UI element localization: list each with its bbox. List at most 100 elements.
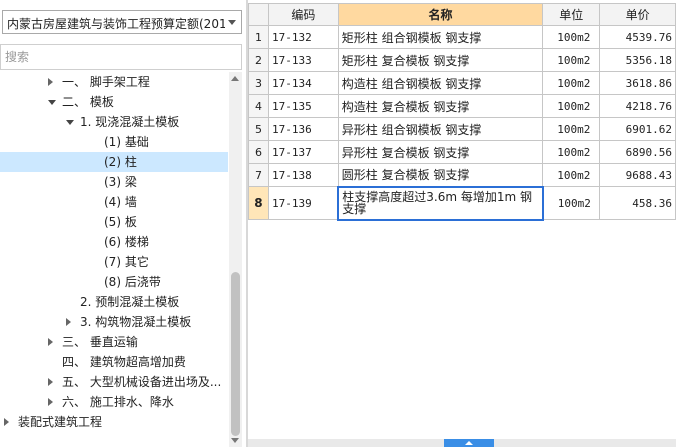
code-cell[interactable]: 17-133 [267, 48, 339, 72]
unit-cell[interactable]: 100m2 [542, 117, 601, 141]
tree-node-label: (5) 板 [104, 215, 137, 229]
tree-node[interactable]: (8) 后浇带 [0, 272, 228, 292]
tree-node[interactable]: 2. 预制混凝土模板 [0, 292, 228, 312]
tree-node[interactable]: 3. 构筑物混凝土模板 [0, 312, 228, 332]
price-cell[interactable]: 4539.76 [599, 25, 676, 49]
tree-node[interactable]: 六、 施工排水、降水 [0, 392, 228, 412]
tree-node-label: (8) 后浇带 [104, 275, 161, 289]
row-number-cell[interactable]: 6 [248, 140, 269, 164]
row-number-cell[interactable]: 5 [248, 117, 269, 141]
tree-node-label: (3) 梁 [104, 175, 137, 189]
price-cell[interactable]: 458.36 [599, 186, 676, 220]
unit-cell[interactable]: 100m2 [542, 25, 601, 49]
collapse-arrow-icon[interactable] [66, 120, 74, 125]
tree-node[interactable]: 二、 模板 [0, 92, 228, 112]
table-row[interactable]: 3 17-134 构造柱 组合钢模板 钢支撑 100m2 3618.86 [248, 71, 676, 95]
unit-cell[interactable]: 100m2 [542, 186, 601, 220]
price-cell[interactable]: 6901.62 [599, 117, 676, 141]
scroll-down-icon[interactable] [231, 438, 239, 443]
code-cell[interactable]: 17-135 [267, 94, 339, 118]
table-row[interactable]: 8 17-139 柱支撑高度超过3.6m 每增加1m 钢支撑 100m2 458.36 [248, 185, 676, 221]
name-cell[interactable]: 圆形柱 复合模板 钢支撑 [337, 163, 544, 187]
collapse-arrow-icon[interactable] [48, 100, 56, 105]
name-cell[interactable]: 矩形柱 复合模板 钢支撑 [337, 48, 544, 72]
code-cell[interactable]: 17-132 [267, 25, 339, 49]
expand-arrow-icon[interactable] [66, 318, 71, 326]
tree-node[interactable]: (1) 基础 [0, 132, 228, 152]
row-number-cell[interactable]: 4 [248, 94, 269, 118]
tree-node-label: 3. 构筑物混凝土模板 [80, 315, 192, 329]
tree-node[interactable]: 一、 脚手架工程 [0, 72, 228, 92]
price-cell[interactable]: 9688.43 [599, 163, 676, 187]
row-number-cell[interactable]: 1 [248, 25, 269, 49]
row-number-cell[interactable]: 2 [248, 48, 269, 72]
tree-node[interactable]: 三、 垂直运输 [0, 332, 228, 352]
name-cell[interactable]: 异形柱 复合模板 钢支撑 [337, 140, 544, 164]
expand-arrow-icon[interactable] [48, 78, 53, 86]
quota-selector-dropdown[interactable]: 内蒙古房屋建筑与装饰工程预算定额(201 [2, 10, 242, 34]
scroll-thumb[interactable] [231, 272, 240, 436]
table-row[interactable]: 2 17-133 矩形柱 复合模板 钢支撑 100m2 5356.18 [248, 48, 676, 72]
price-cell[interactable]: 6890.56 [599, 140, 676, 164]
row-number-header[interactable] [248, 3, 269, 26]
name-cell[interactable]: 构造柱 组合钢模板 钢支撑 [337, 71, 544, 95]
tree-node[interactable]: (4) 墙 [0, 192, 228, 212]
tree-node[interactable]: (2) 柱 [0, 152, 228, 172]
unit-cell[interactable]: 100m2 [542, 163, 601, 187]
tree-node-label: (4) 墙 [104, 195, 137, 209]
tree-node[interactable]: (5) 板 [0, 212, 228, 232]
unit-column-header[interactable]: 单位 [542, 3, 601, 26]
price-cell[interactable]: 5356.18 [599, 48, 676, 72]
tree-node-label: (1) 基础 [104, 135, 149, 149]
table-header-row: 编码 名称 单位 单价 [248, 3, 676, 26]
search-box[interactable] [0, 44, 242, 70]
tree-node[interactable]: (7) 其它 [0, 252, 228, 272]
price-cell[interactable]: 4218.76 [599, 94, 676, 118]
table-row[interactable]: 7 17-138 圆形柱 复合模板 钢支撑 100m2 9688.43 [248, 163, 676, 187]
code-cell[interactable]: 17-139 [267, 186, 339, 220]
table-row[interactable]: 5 17-136 异形柱 组合钢模板 钢支撑 100m2 6901.62 [248, 117, 676, 141]
name-cell[interactable]: 矩形柱 组合钢模板 钢支撑 [337, 25, 544, 49]
unit-cell[interactable]: 100m2 [542, 140, 601, 164]
name-cell[interactable]: 异形柱 组合钢模板 钢支撑 [337, 117, 544, 141]
tree-node[interactable]: 装配式建筑工程 [0, 412, 228, 432]
unit-cell[interactable]: 100m2 [542, 71, 601, 95]
name-cell[interactable]: 构造柱 复合模板 钢支撑 [337, 94, 544, 118]
expand-arrow-icon[interactable] [4, 418, 9, 426]
price-cell[interactable]: 3618.86 [599, 71, 676, 95]
tree-node[interactable]: 1. 现浇混凝土模板 [0, 112, 228, 132]
tree-node[interactable]: 五、 大型机械设备进出场及... [0, 372, 228, 392]
expand-arrow-icon[interactable] [48, 338, 53, 346]
table-row[interactable]: 1 17-132 矩形柱 组合钢模板 钢支撑 100m2 4539.76 [248, 25, 676, 49]
scroll-up-icon[interactable] [231, 76, 239, 81]
code-column-header[interactable]: 编码 [267, 3, 339, 26]
code-cell[interactable]: 17-134 [267, 71, 339, 95]
scroll-grip[interactable] [444, 439, 494, 447]
tree-node-label: 四、 建筑物超高增加费 [62, 355, 186, 369]
code-cell[interactable]: 17-138 [267, 163, 339, 187]
code-cell[interactable]: 17-137 [267, 140, 339, 164]
tree-node[interactable]: 四、 建筑物超高增加费 [0, 352, 228, 372]
unit-cell[interactable]: 100m2 [542, 48, 601, 72]
tree-node-label: 装配式建筑工程 [18, 415, 103, 429]
row-number-cell[interactable]: 7 [248, 163, 269, 187]
price-column-header[interactable]: 单价 [599, 3, 676, 26]
name-column-header[interactable]: 名称 [337, 3, 544, 26]
table-row[interactable]: 6 17-137 异形柱 复合模板 钢支撑 100m2 6890.56 [248, 140, 676, 164]
search-input[interactable] [1, 45, 241, 69]
row-number-cell[interactable]: 3 [248, 71, 269, 95]
name-cell[interactable]: 柱支撑高度超过3.6m 每增加1m 钢支撑 [337, 185, 544, 221]
code-cell[interactable]: 17-136 [267, 117, 339, 141]
expand-arrow-icon[interactable] [48, 398, 53, 406]
row-number-cell[interactable]: 8 [248, 186, 269, 220]
tree-node[interactable]: (3) 梁 [0, 172, 228, 192]
expand-arrow-icon[interactable] [48, 378, 53, 386]
horizontal-scrollbar[interactable] [248, 439, 676, 447]
chevron-down-icon[interactable] [228, 20, 236, 25]
table-row[interactable]: 4 17-135 构造柱 复合模板 钢支撑 100m2 4218.76 [248, 94, 676, 118]
unit-cell[interactable]: 100m2 [542, 94, 601, 118]
tree-node-label: 六、 施工排水、降水 [62, 395, 174, 409]
tree-scrollbar[interactable] [229, 72, 242, 447]
tree-node[interactable]: (6) 楼梯 [0, 232, 228, 252]
tree-node-label: 五、 大型机械设备进出场及... [62, 375, 222, 389]
